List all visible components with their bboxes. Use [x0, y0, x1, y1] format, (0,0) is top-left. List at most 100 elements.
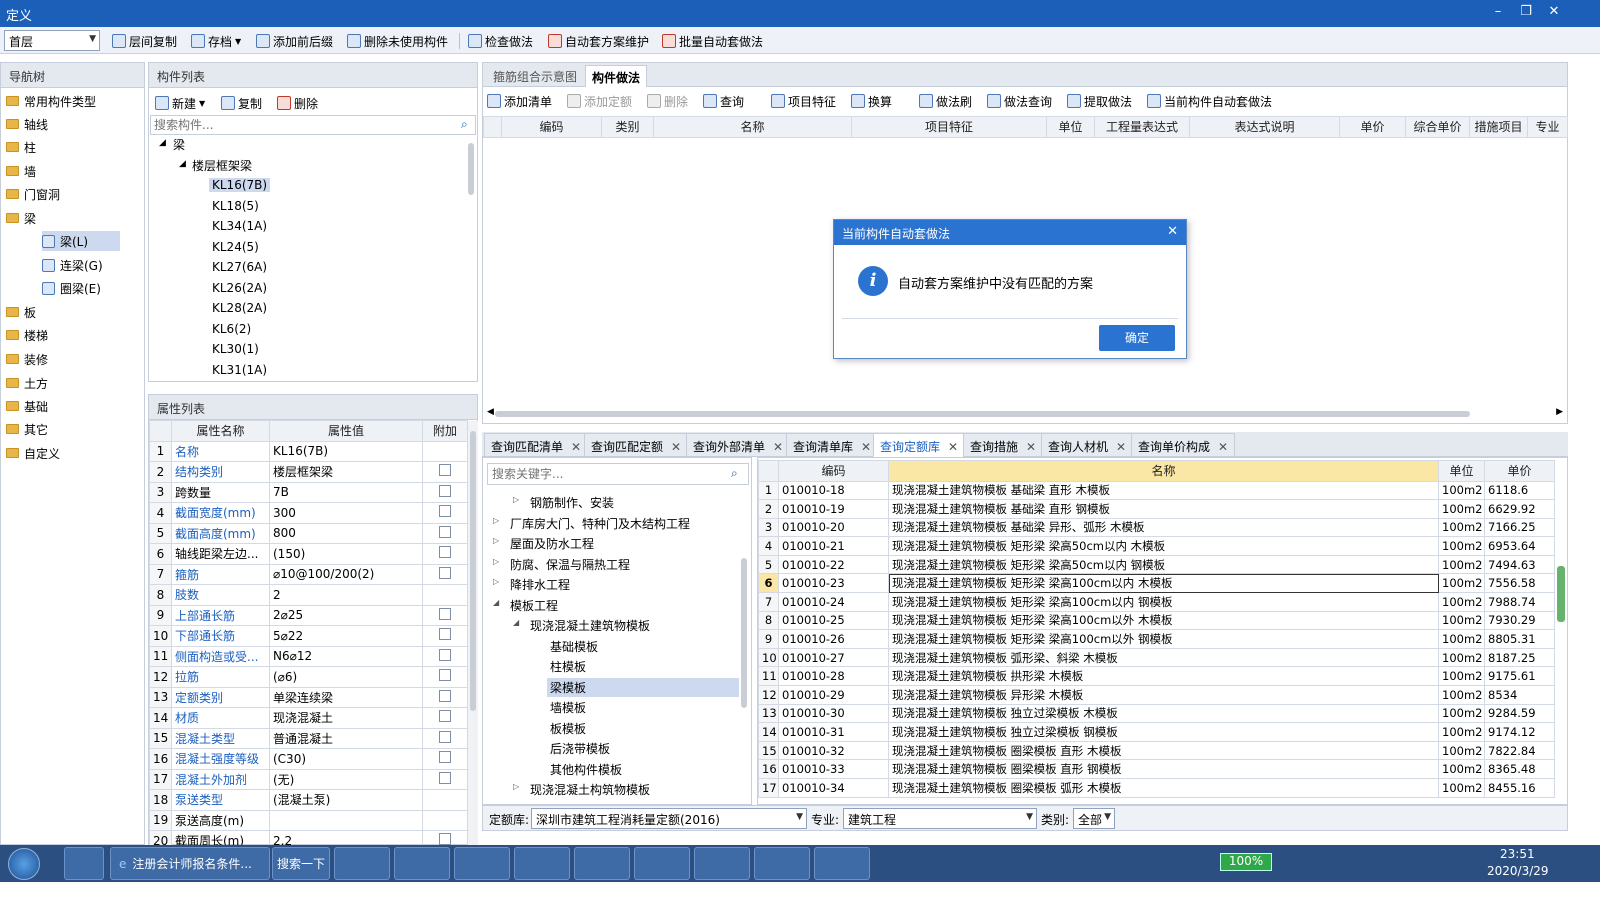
property-value[interactable]: 现浇混凝土 — [269, 707, 423, 729]
bottom-tab[interactable]: 查询单价构成 ✕ — [1131, 433, 1236, 457]
media-icon[interactable] — [454, 847, 510, 880]
quota-price[interactable]: 9174.12 — [1484, 722, 1555, 742]
quota-row[interactable]: 15 010010-32 现浇混凝土建筑物模板 圈梁模板 直形 木模板 100m2 78… — [758, 740, 1555, 761]
quota-price[interactable]: 8805.31 — [1484, 629, 1555, 649]
quota-tree-item[interactable]: 基础模板 — [547, 637, 601, 656]
quota-row[interactable]: 3 010010-20 现浇混凝土建筑物模板 基础梁 异形、弧形 木模板 100m2 7… — [758, 517, 1555, 538]
taskbar-app-browser[interactable]: e 注册会计师报名条件... — [110, 847, 270, 880]
floor-select[interactable]: 首层 ▼ — [4, 30, 100, 51]
quota-name[interactable]: 现浇混凝土建筑物模板 矩形梁 梁高100cm以外 钢模板 — [888, 629, 1439, 649]
method-toolbar-button[interactable]: 删除 — [647, 91, 688, 111]
scrollbar[interactable] — [468, 143, 474, 195]
quota-name[interactable]: 现浇混凝土建筑物模板 圈梁模板 直形 木模板 — [888, 740, 1439, 761]
method-toolbar-button[interactable]: 添加清单 — [487, 91, 552, 111]
tree-group[interactable]: 楼层框架梁 — [192, 157, 252, 174]
scroll-right-icon[interactable]: ▶ — [1556, 407, 1563, 417]
copy-floor-button[interactable]: 层间复制 — [112, 31, 177, 51]
quota-code[interactable]: 010010-23 — [778, 573, 889, 594]
quota-unit[interactable]: 100m2 — [1438, 536, 1485, 556]
quota-name[interactable]: 现浇混凝土建筑物模板 独立过梁模板 钢模板 — [888, 722, 1439, 742]
property-row[interactable]: 12 拉筋 (⌀6) — [149, 666, 468, 688]
nav-item[interactable]: 门窗洞 — [6, 184, 60, 204]
expand-icon[interactable]: ▷ — [493, 557, 499, 566]
quota-unit[interactable]: 100m2 — [1438, 722, 1485, 742]
quota-code[interactable]: 010010-31 — [778, 722, 889, 742]
quota-row[interactable]: 7 010010-24 现浇混凝土建筑物模板 矩形梁 梁高100cm以内 钢模板 10… — [758, 592, 1555, 612]
attach-checkbox[interactable] — [439, 566, 451, 579]
component-item[interactable]: KL28(2A) — [209, 301, 270, 315]
cad-icon[interactable] — [574, 847, 630, 880]
property-value[interactable]: 2 — [269, 584, 423, 606]
property-row[interactable]: 6 轴线距梁左边... (150) — [149, 543, 468, 565]
quota-name[interactable]: 现浇混凝土建筑物模板 圈梁模板 直形 钢模板 — [888, 759, 1439, 779]
quota-price[interactable]: 9284.59 — [1484, 703, 1555, 724]
close-icon[interactable]: ✕ — [948, 440, 958, 454]
nav-item[interactable]: 装修 — [6, 349, 48, 369]
property-value[interactable]: 普通混凝土 — [269, 727, 423, 749]
quota-code[interactable]: 010010-22 — [778, 554, 889, 575]
quota-row[interactable]: 2 010010-19 现浇混凝土建筑物模板 基础梁 直形 钢模板 100m2 6629… — [758, 499, 1555, 519]
property-row[interactable]: 18 泵送类型 (混凝土泵) — [149, 789, 468, 811]
quota-lib-select[interactable]: 深圳市建筑工程消耗量定额(2016) ▼ — [531, 808, 807, 829]
property-value[interactable]: 7B — [269, 481, 423, 503]
quota-name[interactable]: 现浇混凝土建筑物模板 基础梁 直形 木模板 — [888, 480, 1439, 501]
delete-button[interactable]: 删除 — [277, 93, 318, 113]
quota-code[interactable]: 010010-33 — [778, 759, 889, 779]
quota-code[interactable]: 010010-20 — [778, 517, 889, 538]
property-value[interactable]: 楼层框架梁 — [269, 461, 423, 483]
collapse-icon[interactable]: ◢ — [179, 159, 186, 169]
quota-code[interactable]: 010010-25 — [778, 610, 889, 631]
quota-tree-item[interactable]: 屋面及防水工程 — [507, 534, 597, 553]
quota-unit[interactable]: 100m2 — [1438, 666, 1485, 687]
property-value[interactable]: (无) — [269, 768, 423, 790]
component-item[interactable]: KL24(5) — [209, 240, 262, 254]
close-icon[interactable]: ✕ — [1218, 440, 1228, 454]
property-row[interactable]: 17 混凝土外加剂 (无) — [149, 768, 468, 790]
property-row[interactable]: 16 混凝土强度等级 (C30) — [149, 748, 468, 770]
bottom-tab[interactable]: 查询匹配清单 ✕ — [484, 433, 589, 457]
bottom-tab[interactable]: 查询外部清单 ✕ — [686, 433, 791, 457]
method-toolbar-button[interactable]: 当前构件自动套做法 — [1147, 91, 1272, 111]
nav-item[interactable]: 圈梁(E) — [42, 278, 101, 298]
quota-name[interactable]: 现浇混凝土建筑物模板 矩形梁 梁高100cm以内 木模板 — [888, 573, 1439, 594]
quota-price[interactable]: 7494.63 — [1484, 554, 1555, 575]
quota-row[interactable]: 16 010010-33 现浇混凝土建筑物模板 圈梁模板 直形 钢模板 100m2 83… — [758, 759, 1555, 779]
property-value[interactable]: 单梁连续梁 — [269, 686, 423, 708]
ie-icon-2[interactable] — [814, 847, 870, 880]
bottom-tab[interactable]: 查询清单库 ✕ — [786, 433, 879, 457]
quota-unit[interactable]: 100m2 — [1438, 778, 1485, 798]
nav-item[interactable]: 常用构件类型 — [6, 91, 96, 111]
component-search-input[interactable] — [150, 115, 476, 135]
quota-row[interactable]: 12 010010-29 现浇混凝土建筑物模板 异形梁 木模板 100m2 8534 — [758, 685, 1555, 705]
nav-item[interactable]: 其它 — [6, 419, 48, 439]
quota-row[interactable]: 1 010010-18 现浇混凝土建筑物模板 基础梁 直形 木模板 100m2 6118… — [758, 480, 1555, 501]
quota-unit[interactable]: 100m2 — [1438, 554, 1485, 575]
component-item[interactable]: KL27(6A) — [209, 260, 270, 274]
quota-tree-item[interactable]: 柱模板 — [547, 657, 589, 676]
property-value[interactable]: 800 — [269, 522, 423, 544]
dialog-close-icon[interactable]: ✕ — [1167, 224, 1178, 239]
expand-icon[interactable]: ▷ — [513, 782, 519, 791]
quota-row[interactable]: 10 010010-27 现浇混凝土建筑物模板 弧形梁、斜梁 木模板 100m2 818… — [758, 647, 1555, 668]
quota-unit[interactable]: 100m2 — [1438, 703, 1485, 724]
quota-name[interactable]: 现浇混凝土建筑物模板 矩形梁 梁高50cm以内 木模板 — [888, 536, 1439, 556]
attach-checkbox[interactable] — [439, 505, 451, 518]
quota-code[interactable]: 010010-24 — [778, 592, 889, 612]
bottom-tab[interactable]: 查询匹配定额 ✕ — [584, 433, 689, 457]
quota-tree-item[interactable]: 模板工程 — [507, 596, 561, 615]
quota-row[interactable]: 6 010010-23 现浇混凝土建筑物模板 矩形梁 梁高100cm以内 木模板 10… — [758, 573, 1555, 594]
folder-icon[interactable] — [394, 847, 450, 880]
property-row[interactable]: 9 上部通长筋 2⌀25 — [149, 604, 468, 626]
attach-checkbox[interactable] — [439, 730, 451, 743]
archive-button[interactable]: 存档 ▼ — [191, 31, 241, 51]
quota-price[interactable]: 8365.48 — [1484, 759, 1555, 779]
nav-item[interactable]: 柱 — [6, 137, 36, 157]
minimize-button[interactable]: – — [1487, 4, 1509, 19]
quota-code[interactable]: 010010-28 — [778, 666, 889, 687]
close-button[interactable]: ✕ — [1543, 4, 1565, 19]
bottom-tab[interactable]: 查询定额库 ✕ — [873, 433, 966, 457]
quota-code[interactable]: 010010-18 — [778, 480, 889, 501]
new-button[interactable]: 新建 ▼ — [155, 93, 205, 113]
quota-row[interactable]: 4 010010-21 现浇混凝土建筑物模板 矩形梁 梁高50cm以内 木模板 100… — [758, 536, 1555, 556]
close-icon[interactable]: ✕ — [861, 440, 871, 454]
